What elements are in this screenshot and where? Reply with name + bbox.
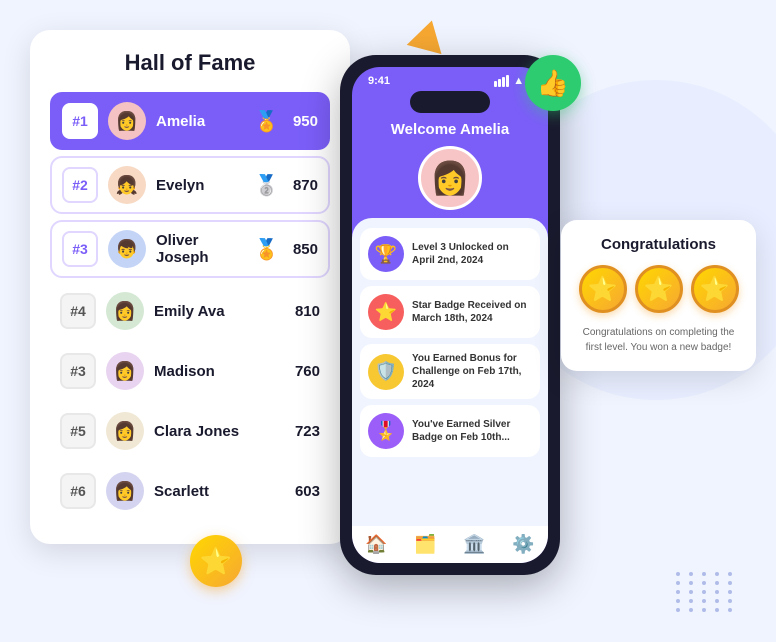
player-score: 950 (293, 113, 318, 130)
player-avatar: 👧 (108, 166, 146, 204)
hof-rows-container: #1 👩 Amelia 🏅 950 #2 👧 Evelyn 🥈 870 #3 👦… (50, 92, 330, 518)
hof-row: #2 👧 Evelyn 🥈 870 (50, 156, 330, 214)
hof-row: #5 👩 Clara Jones 723 (50, 404, 330, 458)
activity-text: Level 3 Unlocked on April 2nd, 2024 (412, 241, 532, 267)
bg-triangle-decoration (407, 16, 450, 54)
hof-row: #6 👩 Scarlett 603 (50, 464, 330, 518)
player-name: Madison (154, 363, 285, 380)
phone-content-area: 🏆 Level 3 Unlocked on April 2nd, 2024 ⭐ … (352, 218, 548, 526)
nav-home-icon[interactable]: 🏠 (365, 534, 387, 555)
rank-badge: #3 (62, 231, 98, 267)
player-name: Evelyn (156, 177, 244, 194)
thumbs-up-badge: 👍 (525, 55, 581, 111)
rank-badge: #5 (60, 413, 96, 449)
activity-item: 🏆 Level 3 Unlocked on April 2nd, 2024 (360, 228, 540, 280)
activity-text: You Earned Bonus for Challenge on Feb 17… (412, 352, 532, 391)
activity-item: ⭐ Star Badge Received on March 18th, 202… (360, 286, 540, 338)
hof-row: #1 👩 Amelia 🏅 950 (50, 92, 330, 150)
activity-item: 🎖️ You've Earned Silver Badge on Feb 10t… (360, 405, 540, 457)
activity-icon: ⭐ (368, 294, 404, 330)
congrats-description: Congratulations on completing the first … (577, 325, 740, 355)
star-coin-1: ⭐ (579, 265, 627, 313)
player-score: 723 (295, 423, 320, 440)
star-coin-3: ⭐ (691, 265, 739, 313)
rank-badge: #2 (62, 167, 98, 203)
gold-star-icon: ⭐ (190, 535, 242, 587)
activity-text: You've Earned Silver Badge on Feb 10th..… (412, 418, 532, 444)
gold-star-badge: ⭐ (190, 535, 242, 587)
rank-badge: #1 (62, 103, 98, 139)
wifi-icon: ▲ (513, 75, 524, 87)
player-avatar: 👩 (106, 412, 144, 450)
player-avatar: 👩 (106, 352, 144, 390)
phone-screen: 9:41 ▲ ▪ Welcome Amelia 👩 🏆 Level 3 Unlo… (352, 67, 548, 563)
activity-text: Star Badge Received on March 18th, 2024 (412, 299, 532, 325)
player-score: 850 (293, 241, 318, 258)
player-score: 810 (295, 303, 320, 320)
medal-icon: 🏅 (254, 237, 279, 262)
activity-icon: 🏆 (368, 236, 404, 272)
phone-avatar-wrap: 👩 (352, 146, 548, 210)
phone-mockup: 9:41 ▲ ▪ Welcome Amelia 👩 🏆 Level 3 Unlo… (340, 55, 560, 575)
phone-time: 9:41 (368, 75, 390, 87)
player-name: Clara Jones (154, 423, 285, 440)
rank-badge: #6 (60, 473, 96, 509)
player-avatar: 👩 (108, 102, 146, 140)
player-avatar: 👦 (108, 230, 146, 268)
player-name: Scarlett (154, 483, 285, 500)
congrats-card: Congratulations ⭐ ⭐ ⭐ Congratulations on… (561, 220, 756, 371)
hof-row: #3 👩 Madison 760 (50, 344, 330, 398)
hall-of-fame-card: Hall of Fame #1 👩 Amelia 🏅 950 #2 👧 Evel… (30, 30, 350, 544)
rank-badge: #3 (60, 353, 96, 389)
player-name: Emily Ava (154, 303, 285, 320)
phone-user-avatar: 👩 (418, 146, 482, 210)
phone-nav-bar: 🏠 🗂️ 🏛️ ⚙️ (352, 526, 548, 563)
rank-badge: #4 (60, 293, 96, 329)
activity-icon: 🛡️ (368, 354, 404, 390)
medal-icon: 🥈 (254, 173, 279, 198)
player-score: 870 (293, 177, 318, 194)
activity-icon: 🎖️ (368, 413, 404, 449)
nav-leaderboard-icon[interactable]: 🏛️ (463, 534, 485, 555)
congrats-title: Congratulations (577, 236, 740, 253)
phone-status-bar: 9:41 ▲ ▪ (352, 67, 548, 91)
phone-welcome-text: Welcome Amelia (352, 117, 548, 146)
player-avatar: 👩 (106, 472, 144, 510)
phone-activities-list: 🏆 Level 3 Unlocked on April 2nd, 2024 ⭐ … (360, 228, 540, 457)
player-name: Amelia (156, 113, 244, 130)
congrats-stars: ⭐ ⭐ ⭐ (577, 265, 740, 313)
bg-dots-decoration (676, 572, 736, 612)
thumbs-up-icon: 👍 (537, 68, 569, 99)
activity-item: 🛡️ You Earned Bonus for Challenge on Feb… (360, 344, 540, 399)
player-score: 760 (295, 363, 320, 380)
medal-icon: 🏅 (254, 109, 279, 134)
phone-notch (410, 91, 490, 113)
hof-row: #4 👩 Emily Ava 810 (50, 284, 330, 338)
player-score: 603 (295, 483, 320, 500)
player-name: Oliver Joseph (156, 232, 244, 266)
star-coin-2: ⭐ (635, 265, 683, 313)
nav-cards-icon[interactable]: 🗂️ (414, 534, 436, 555)
nav-settings-icon[interactable]: ⚙️ (512, 534, 534, 555)
hof-title: Hall of Fame (50, 50, 330, 76)
player-avatar: 👩 (106, 292, 144, 330)
hof-row: #3 👦 Oliver Joseph 🏅 850 (50, 220, 330, 278)
